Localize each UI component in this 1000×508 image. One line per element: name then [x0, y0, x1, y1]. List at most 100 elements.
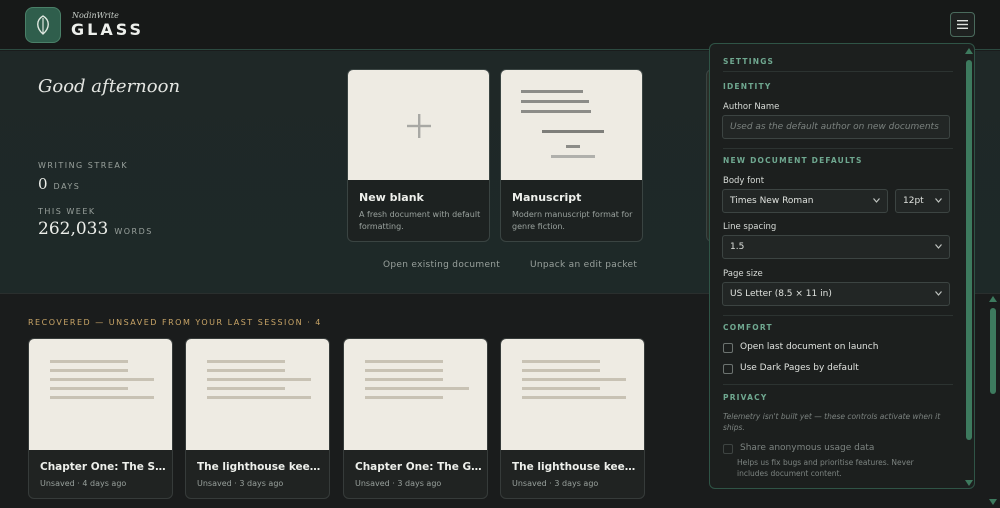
- preview-line: [522, 387, 600, 390]
- divider: [723, 315, 953, 316]
- preview-line: [522, 360, 600, 363]
- recovered-card[interactable]: The lighthouse keeper ... Unsaved · 3 da…: [185, 338, 330, 499]
- preview-line: [365, 396, 443, 399]
- font-size-select[interactable]: 12pt: [895, 189, 950, 213]
- template-preview: [501, 70, 642, 180]
- page-scrollbar[interactable]: [988, 296, 998, 506]
- chevron-down-icon: [935, 244, 942, 249]
- open-existing-link[interactable]: Open existing document: [383, 260, 500, 270]
- author-label: Author Name: [723, 102, 780, 112]
- preview-line: [207, 369, 285, 372]
- week-label: THIS WEEK: [38, 207, 96, 216]
- plus-icon: [407, 114, 431, 138]
- preview-line: [365, 360, 443, 363]
- template-manuscript[interactable]: Manuscript Modern manuscript format for …: [500, 69, 643, 242]
- doc-title: Chapter One: The Gat...: [355, 461, 483, 473]
- privacy-note: Telemetry isn't built yet — these contro…: [723, 412, 941, 432]
- identity-heading: IDENTITY: [723, 82, 772, 91]
- divider: [723, 148, 953, 149]
- doc-preview: [501, 339, 644, 450]
- doc-preview: [29, 339, 172, 450]
- unpack-packet-link[interactable]: Unpack an edit packet: [530, 260, 637, 270]
- settings-panel: SETTINGS IDENTITY Author Name Used as th…: [709, 43, 975, 489]
- divider: [723, 71, 953, 72]
- recovered-card[interactable]: Chapter One: The Storm Unsaved · 4 days …: [28, 338, 173, 499]
- week-unit: WORDS: [114, 227, 153, 236]
- privacy-heading: PRIVACY: [723, 393, 768, 402]
- doc-title: Chapter One: The Storm: [40, 461, 168, 473]
- open-last-checkbox[interactable]: [723, 343, 733, 353]
- scrollbar-thumb[interactable]: [990, 308, 996, 394]
- preview-line: [521, 90, 583, 93]
- preview-line: [207, 360, 285, 363]
- brand-subtitle: NodinWrite: [72, 11, 119, 20]
- preview-line: [365, 378, 443, 381]
- streak-label: WRITING STREAK: [38, 161, 129, 170]
- preview-line: [542, 130, 604, 133]
- page-size-label: Page size: [723, 269, 763, 279]
- comfort-heading: COMFORT: [723, 323, 773, 332]
- preview-line: [522, 369, 600, 372]
- chevron-down-icon: [935, 291, 942, 296]
- doc-title: The lighthouse keeper ...: [197, 461, 325, 473]
- preview-line: [522, 396, 626, 399]
- scroll-down-icon: [965, 480, 973, 486]
- template-new-blank[interactable]: New blank A fresh document with default …: [347, 69, 490, 242]
- brand-title: GLASS: [71, 20, 145, 39]
- defaults-heading: NEW DOCUMENT DEFAULTS: [723, 156, 863, 165]
- template-desc: Modern manuscript format for genre ficti…: [512, 210, 633, 231]
- preview-line: [551, 155, 595, 158]
- greeting: Good afternoon: [38, 76, 181, 97]
- doc-status: Unsaved · 3 days ago: [512, 479, 599, 488]
- page-size-select[interactable]: US Letter (8.5 × 11 in): [722, 282, 950, 306]
- preview-line: [365, 387, 469, 390]
- author-name-input[interactable]: Used as the default author on new docume…: [722, 115, 950, 139]
- chevron-down-icon: [935, 198, 942, 203]
- settings-title: SETTINGS: [723, 57, 775, 66]
- divider: [723, 384, 953, 385]
- body-font-select[interactable]: Times New Roman: [722, 189, 888, 213]
- preview-line: [521, 110, 591, 113]
- recovered-heading: RECOVERED — UNSAVED FROM YOUR LAST SESSI…: [28, 318, 322, 327]
- week-value: 262,033: [38, 219, 109, 239]
- settings-scrollbar[interactable]: [965, 48, 973, 488]
- streak-unit: DAYS: [53, 182, 81, 191]
- recovered-card[interactable]: The lighthouse keeper ... Unsaved · 3 da…: [500, 338, 645, 499]
- preview-line: [207, 378, 311, 381]
- scrollbar-thumb[interactable]: [966, 60, 972, 440]
- streak-value: 0: [38, 175, 48, 193]
- template-preview: [348, 70, 489, 180]
- dark-pages-checkbox[interactable]: [723, 364, 733, 374]
- preview-line: [50, 378, 154, 381]
- recovered-count: · 4: [307, 318, 322, 327]
- share-usage-label: Share anonymous usage data: [740, 443, 875, 453]
- chevron-down-icon: [873, 198, 880, 203]
- doc-status: Unsaved · 3 days ago: [197, 479, 284, 488]
- preview-line: [207, 396, 311, 399]
- recovered-card[interactable]: Chapter One: The Gat... Unsaved · 3 days…: [343, 338, 488, 499]
- template-desc: A fresh document with default formatting…: [359, 210, 481, 231]
- streak-stat: 0 DAYS: [38, 175, 80, 193]
- preview-line: [50, 396, 154, 399]
- doc-status: Unsaved · 3 days ago: [355, 479, 442, 488]
- doc-title: The lighthouse keeper ...: [512, 461, 640, 473]
- body-font-label: Body font: [723, 176, 765, 186]
- doc-preview: [344, 339, 487, 450]
- scroll-up-icon: [989, 296, 997, 302]
- doc-preview: [186, 339, 329, 450]
- preview-line: [50, 360, 128, 363]
- line-spacing-label: Line spacing: [723, 222, 777, 232]
- line-spacing-select[interactable]: 1.5: [722, 235, 950, 259]
- preview-line: [522, 378, 626, 381]
- scroll-up-icon: [965, 48, 973, 54]
- preview-line: [50, 387, 128, 390]
- leaf-logo-icon: [25, 7, 61, 43]
- share-usage-checkbox[interactable]: [723, 444, 733, 454]
- share-usage-note: Helps us fix bugs and prioritise feature…: [737, 458, 914, 478]
- menu-button[interactable]: [950, 12, 975, 37]
- week-stat: 262,033 WORDS: [38, 219, 153, 239]
- preview-line: [566, 145, 580, 148]
- hamburger-icon: [957, 20, 968, 29]
- preview-line: [207, 387, 285, 390]
- preview-line: [50, 369, 128, 372]
